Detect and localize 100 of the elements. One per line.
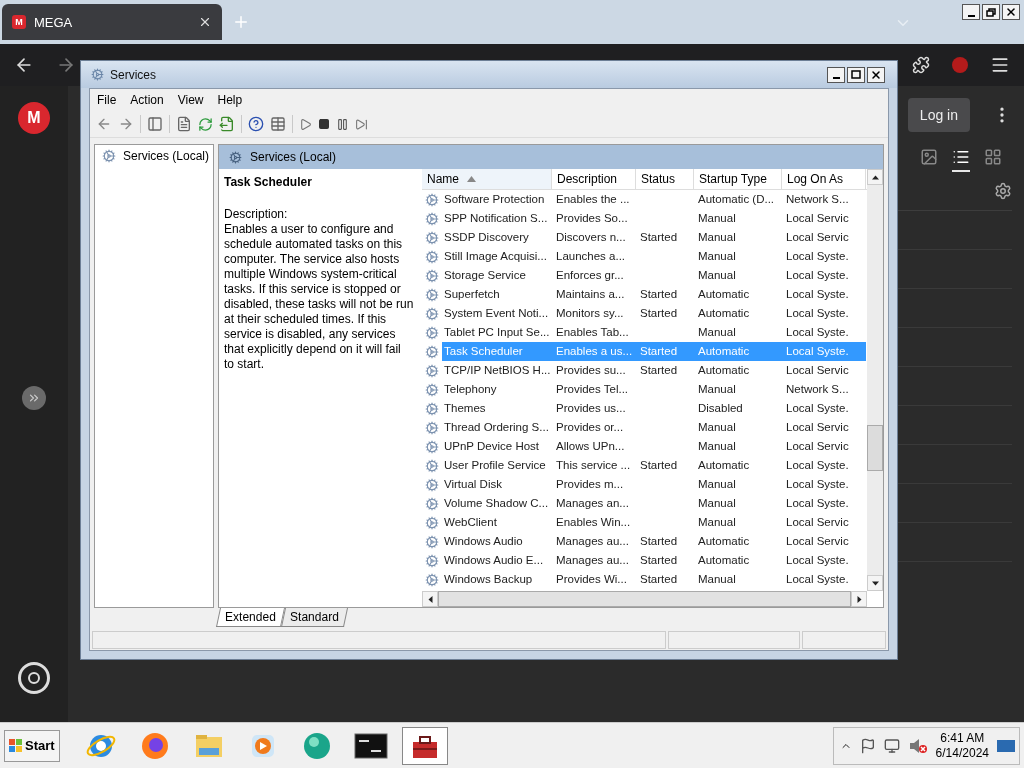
table-cell-text: Local Servic	[785, 439, 850, 454]
table-cell[interactable]: Superfetch	[442, 285, 552, 304]
table-cell-text: Local Servic	[785, 363, 850, 378]
table-cell-text: Started	[639, 287, 679, 302]
table-cell-text: Discovers n...	[555, 230, 627, 245]
table-cell-text: Local Syste.	[785, 572, 850, 587]
table-cell-text: Local Servic	[785, 230, 850, 245]
favicon: M	[12, 15, 26, 29]
table-cell[interactable]: SPP Notification S...	[442, 209, 552, 228]
table-cell: Local Syste.	[782, 342, 866, 361]
table-cell-text: Provides Tel...	[555, 382, 629, 397]
start-button[interactable]: Start	[4, 729, 60, 762]
table-cell[interactable]: Windows Audio E...	[442, 551, 552, 570]
app-logo[interactable]: M	[18, 102, 50, 134]
column-header[interactable]: Name	[422, 169, 552, 189]
table-cell-text: Network S...	[785, 192, 850, 207]
table-cell-text: Manual	[697, 268, 737, 283]
table-cell-text: Automatic	[697, 363, 751, 378]
table-cell-text: Manages au...	[555, 553, 630, 568]
table-cell-text: Manages au...	[555, 534, 630, 549]
menu-item[interactable]: File	[92, 91, 122, 109]
table-cell-text: Manual	[697, 211, 737, 226]
table-cell[interactable]: Telephony	[442, 380, 552, 399]
table-cell-text: Automatic	[697, 287, 751, 302]
menu-item[interactable]: Action	[125, 91, 169, 109]
table-cell-text: Started	[639, 553, 679, 568]
table-cell[interactable]: Storage Service	[442, 266, 552, 285]
table-cell-text: Provides m...	[555, 477, 625, 492]
table-cell-text: Started	[639, 572, 679, 587]
table-cell-text: Provides su...	[555, 363, 627, 378]
table-cell-text: Manual	[697, 572, 737, 587]
browser-tab[interactable]: M MEGA	[2, 4, 222, 40]
table-cell-text: Started	[639, 534, 679, 549]
table-cell-text: Local Syste.	[785, 458, 850, 473]
table-cell[interactable]: Windows Backup	[442, 570, 552, 588]
table-cell-text: Manages an...	[555, 496, 630, 511]
table-cell-text: Monitors sy...	[555, 306, 625, 321]
table-cell[interactable]: Themes	[442, 399, 552, 418]
table-cell[interactable]: System Event Noti...	[442, 304, 552, 323]
menu-item[interactable]: View	[172, 91, 209, 109]
table-cell-text: Local Servic	[785, 211, 850, 226]
table-cell[interactable]: Virtual Disk	[442, 475, 552, 494]
table-cell-text: Manual	[697, 515, 737, 530]
table-cell-text: Local Servic	[785, 534, 850, 549]
table-cell-text: Automatic (D...	[697, 192, 776, 207]
table-cell-text: Started	[639, 306, 679, 321]
service-name: Task Scheduler	[224, 175, 313, 190]
table-cell: Enables a us...	[552, 342, 636, 361]
table-cell: Automatic	[694, 342, 782, 361]
table-cell-text: Manual	[697, 439, 737, 454]
table-cell-text: Local Syste.	[785, 496, 850, 511]
table-cell-text: Manual	[697, 420, 737, 435]
table-cell[interactable]: User Profile Service	[442, 456, 552, 475]
tab-title: MEGA	[34, 14, 74, 30]
table-cell[interactable]: WebClient	[442, 513, 552, 532]
table-cell[interactable]: SSDP Discovery	[442, 228, 552, 247]
table-cell-text: Local Syste.	[785, 268, 850, 283]
tree-item[interactable]: Services (Local)	[123, 149, 210, 163]
description-text: Enables a user to configure and schedule automated tasks on this computer. The service also hosts multiple Windows system-critical tasks. If this service is stopped or disabled, these tasks will not be run at their scheduled times. If this service is disabled, any services that explicitly depend on it will fail to start.	[224, 222, 414, 372]
table-cell[interactable]: Software Protection	[442, 190, 552, 209]
view-tab[interactable]: Standard	[280, 608, 348, 627]
table-cell-text: Started	[639, 230, 679, 245]
view-tab[interactable]: Extended	[216, 608, 285, 627]
table-cell-text: Allows UPn...	[555, 439, 626, 454]
table-cell-text: Manual	[697, 477, 737, 492]
table-cell-text: Local Syste.	[785, 325, 850, 340]
table-cell-text: Enforces gr...	[555, 268, 625, 283]
table-cell-text: Started	[639, 363, 679, 378]
table-cell-text: Automatic	[697, 458, 751, 473]
table-cell[interactable]: Volume Shadow C...	[442, 494, 552, 513]
table-cell-text: Local Servic	[785, 420, 850, 435]
table-cell-text: Manual	[697, 325, 737, 340]
table-cell-text: Provides us...	[555, 401, 627, 416]
table-cell-text: Manual	[697, 382, 737, 397]
table-cell[interactable]: TCP/IP NetBIOS H...	[442, 361, 552, 380]
table-cell-text: Local Syste.	[785, 553, 850, 568]
table-cell[interactable]: Still Image Acquisi...	[442, 247, 552, 266]
clock-date[interactable]: 6/14/2024	[935, 745, 989, 761]
table-cell-text: Provides or...	[555, 420, 625, 435]
table-cell-text: Network S...	[785, 382, 850, 397]
table-cell[interactable]: UPnP Device Host	[442, 437, 552, 456]
table-cell-text: Manual	[697, 249, 737, 264]
table-cell-text: Manual	[697, 230, 737, 245]
table-cell-text: Automatic	[697, 534, 751, 549]
table-cell-text: Local Syste.	[785, 401, 850, 416]
menu-item[interactable]: Help	[212, 91, 248, 109]
clock-time[interactable]: 6:41 AM	[940, 730, 985, 746]
table-cell-text: Disabled	[697, 401, 744, 416]
table-cell[interactable]: Tablet PC Input Se...	[442, 323, 552, 342]
description-label: Description:	[224, 207, 289, 222]
table-cell[interactable]: Windows Audio	[442, 532, 552, 551]
table-cell-text: Local Servic	[785, 515, 850, 530]
login-button[interactable]: Log in	[907, 98, 970, 132]
table-cell-text: Local Syste.	[785, 306, 850, 321]
table-cell-text: Enables the ...	[555, 192, 631, 207]
table-cell[interactable]: Thread Ordering S...	[442, 418, 552, 437]
table-cell-text: Local Syste.	[785, 249, 850, 264]
table-cell-text: Enables Win...	[555, 515, 632, 530]
pane-title: Services (Local)	[250, 150, 337, 164]
table-cell-text: Launches a...	[555, 249, 627, 264]
